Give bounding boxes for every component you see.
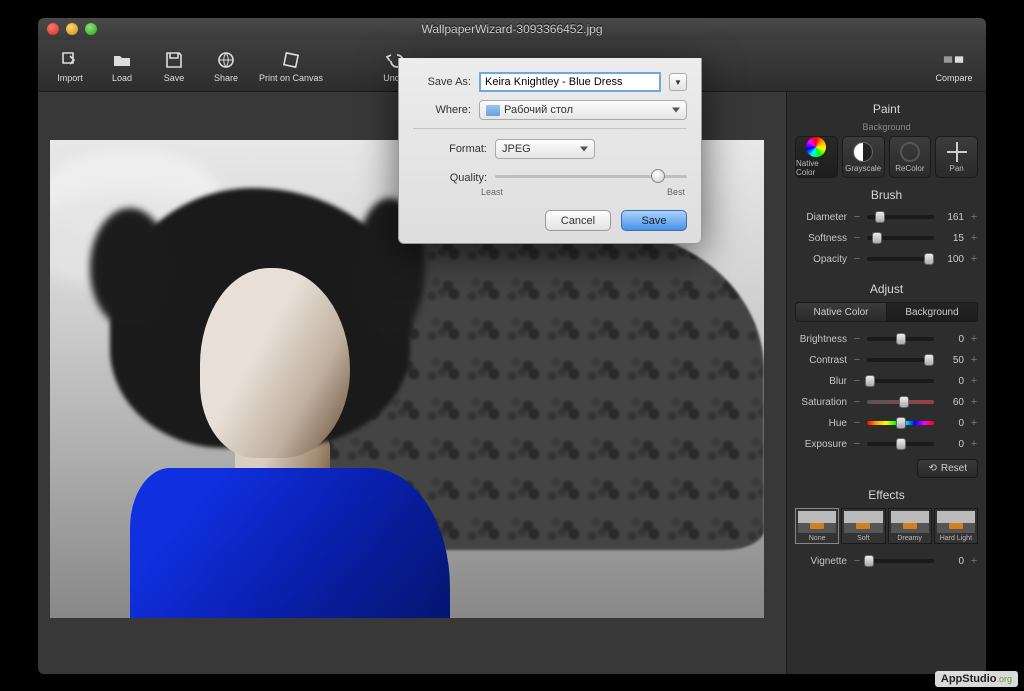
import-icon — [59, 49, 81, 71]
blur-plus[interactable]: + — [970, 375, 978, 387]
sidebar: Paint Background Native Color Grayscale … — [786, 92, 986, 674]
contrast-minus[interactable]: − — [853, 354, 861, 366]
dialog-divider — [413, 128, 687, 129]
save-button[interactable]: Save — [621, 210, 687, 231]
vignette-plus[interactable]: + — [970, 555, 978, 567]
opacity-slider[interactable] — [867, 257, 934, 261]
compare-button[interactable]: Compare — [932, 43, 976, 89]
reset-icon: ⟲ — [928, 463, 936, 474]
format-label: Format: — [413, 143, 487, 155]
pan-icon — [947, 142, 967, 162]
print-canvas-button[interactable]: Print on Canvas — [256, 43, 326, 89]
chevron-down-icon: ▼ — [674, 78, 682, 87]
softness-plus[interactable]: + — [970, 232, 978, 244]
saturation-plus[interactable]: + — [970, 396, 978, 408]
format-select[interactable]: JPEG — [495, 139, 595, 159]
native-color-mode[interactable]: Native Color — [795, 136, 838, 178]
filename-input[interactable] — [479, 72, 661, 92]
pan-mode[interactable]: Pan — [935, 136, 978, 178]
window-title: WallpaperWizard-3093366452.jpg — [38, 22, 986, 36]
brightness-minus[interactable]: − — [853, 333, 861, 345]
brightness-plus[interactable]: + — [970, 333, 978, 345]
app-window: WallpaperWizard-3093366452.jpg Import Lo… — [38, 18, 986, 674]
saturation-minus[interactable]: − — [853, 396, 861, 408]
grayscale-mode[interactable]: Grayscale — [842, 136, 885, 178]
expand-dialog-button[interactable]: ▼ — [669, 73, 687, 91]
brightness-slider[interactable] — [867, 337, 934, 341]
hue-plus[interactable]: + — [970, 417, 978, 429]
seg-native-color[interactable]: Native Color — [795, 302, 886, 322]
import-button[interactable]: Import — [48, 43, 92, 89]
opacity-plus[interactable]: + — [970, 253, 978, 265]
opacity-minus[interactable]: − — [853, 253, 861, 265]
contrast-plus[interactable]: + — [970, 354, 978, 366]
share-label: Share — [214, 73, 238, 83]
save-toolbar-button[interactable]: Save — [152, 43, 196, 89]
diameter-minus[interactable]: − — [853, 211, 861, 223]
compare-label: Compare — [935, 73, 972, 83]
paint-title: Paint — [795, 102, 978, 116]
softness-slider-row: Softness − 15 + — [795, 229, 978, 247]
where-select[interactable]: Рабочий стол — [479, 100, 687, 120]
save-dialog: Save As: ▼ Where: Рабочий стол Format: J… — [398, 58, 702, 244]
compare-icon — [943, 49, 965, 71]
hue-slider[interactable] — [867, 421, 934, 425]
effect-none[interactable]: None — [795, 508, 839, 544]
cancel-button[interactable]: Cancel — [545, 210, 611, 231]
diameter-slider-row: Diameter − 161 + — [795, 208, 978, 226]
recolor-icon — [900, 142, 920, 162]
share-button[interactable]: Share — [204, 43, 248, 89]
folder-small-icon — [486, 105, 500, 116]
adjust-segmented: Native Color Background — [795, 302, 978, 322]
brush-title: Brush — [795, 188, 978, 202]
reset-button[interactable]: ⟲Reset — [917, 459, 978, 478]
softness-slider[interactable] — [867, 236, 934, 240]
effect-dreamy[interactable]: Dreamy — [888, 508, 932, 544]
exposure-minus[interactable]: − — [853, 438, 861, 450]
blur-slider[interactable] — [867, 379, 934, 383]
effects-row: None Soft Dreamy Hard Light — [795, 508, 978, 544]
watermark: AppStudio.org — [935, 671, 1018, 687]
effect-soft[interactable]: Soft — [841, 508, 885, 544]
vignette-minus[interactable]: − — [853, 555, 861, 567]
grayscale-icon — [853, 142, 873, 162]
save-toolbar-label: Save — [164, 73, 185, 83]
color-wheel-icon — [806, 137, 826, 157]
adjust-title: Adjust — [795, 282, 978, 296]
canvas-icon — [280, 49, 302, 71]
load-label: Load — [112, 73, 132, 83]
blur-minus[interactable]: − — [853, 375, 861, 387]
quality-label: Quality: — [413, 172, 487, 184]
hue-minus[interactable]: − — [853, 417, 861, 429]
softness-minus[interactable]: − — [853, 232, 861, 244]
folder-icon — [111, 49, 133, 71]
globe-icon — [215, 49, 237, 71]
seg-background[interactable]: Background — [886, 302, 978, 322]
print-canvas-label: Print on Canvas — [259, 73, 323, 83]
import-label: Import — [57, 73, 83, 83]
vignette-slider[interactable] — [867, 559, 934, 563]
disk-icon — [163, 49, 185, 71]
quality-slider[interactable] — [495, 167, 687, 189]
exposure-plus[interactable]: + — [970, 438, 978, 450]
load-button[interactable]: Load — [100, 43, 144, 89]
diameter-plus[interactable]: + — [970, 211, 978, 223]
paint-sublabel: Background — [795, 122, 978, 132]
saturation-slider[interactable] — [867, 400, 934, 404]
effect-hard-light[interactable]: Hard Light — [934, 508, 978, 544]
paint-modes: Native Color Grayscale ReColor Pan — [795, 136, 978, 178]
save-as-label: Save As: — [413, 76, 471, 88]
exposure-slider[interactable] — [867, 442, 934, 446]
opacity-slider-row: Opacity − 100 + — [795, 250, 978, 268]
titlebar: WallpaperWizard-3093366452.jpg — [38, 18, 986, 40]
recolor-mode[interactable]: ReColor — [889, 136, 932, 178]
effects-title: Effects — [795, 488, 978, 502]
where-label: Where: — [413, 104, 471, 116]
contrast-slider[interactable] — [867, 358, 934, 362]
diameter-slider[interactable] — [867, 215, 934, 219]
